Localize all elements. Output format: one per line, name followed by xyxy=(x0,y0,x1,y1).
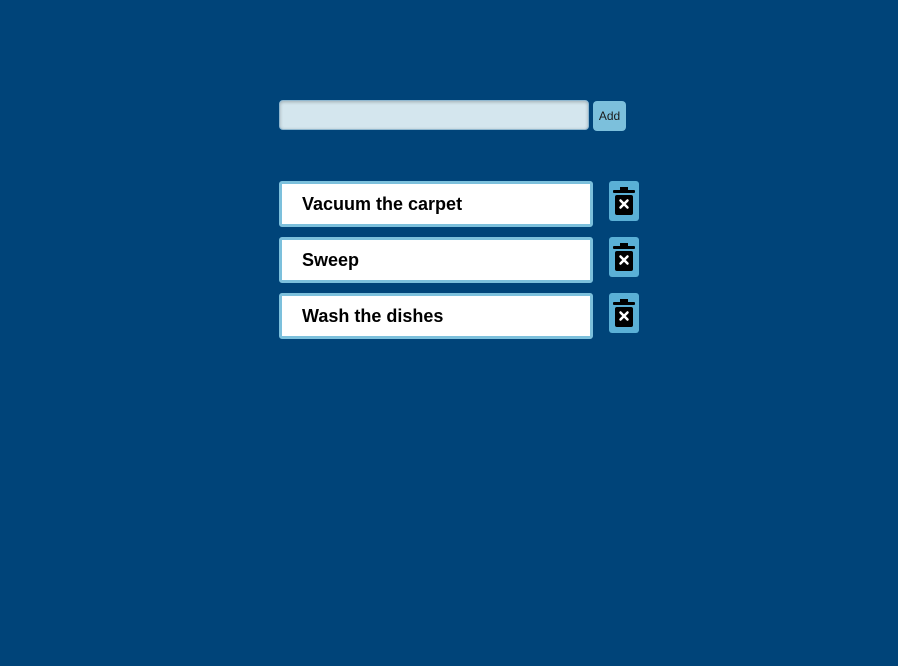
task-text: Sweep xyxy=(302,249,360,270)
task-text: Vacuum the carpet xyxy=(302,193,463,214)
task-box: Wash the dishes xyxy=(279,293,593,339)
delete-task-button[interactable] xyxy=(609,181,639,221)
todo-app: Add Vacuum the carpet Sweep Wash the dis… xyxy=(0,0,898,666)
new-task-input[interactable] xyxy=(279,100,589,130)
task-text: Wash the dishes xyxy=(302,305,444,326)
task-box: Vacuum the carpet xyxy=(279,181,593,227)
trash-x-icon xyxy=(613,187,635,215)
task-item: Wash the dishes xyxy=(279,293,639,339)
task-item: Sweep xyxy=(279,237,639,283)
trash-x-icon xyxy=(613,243,635,271)
trash-x-icon xyxy=(613,299,635,327)
delete-task-button[interactable] xyxy=(609,293,639,333)
delete-task-button[interactable] xyxy=(609,237,639,277)
add-button[interactable]: Add xyxy=(593,101,626,131)
task-item: Vacuum the carpet xyxy=(279,181,639,227)
task-list: Vacuum the carpet Sweep Wash the dishes xyxy=(279,181,639,349)
task-box: Sweep xyxy=(279,237,593,283)
